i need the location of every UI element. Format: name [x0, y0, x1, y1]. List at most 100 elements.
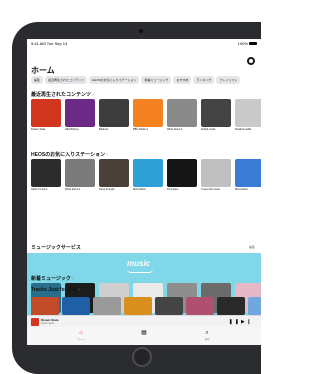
- album-artwork: [201, 159, 231, 187]
- track-artwork[interactable]: [248, 297, 261, 315]
- album-title: Principles: [167, 188, 179, 191]
- battery-icon: [249, 42, 257, 46]
- album-artwork: [167, 99, 197, 127]
- pause-icon[interactable]: ❚❚: [229, 319, 241, 325]
- album-tile[interactable]: Dream State: [31, 99, 61, 131]
- battery-percent: 100%: [237, 41, 248, 46]
- tab-home[interactable]: ⌂ ホーム: [71, 330, 91, 341]
- filter-pill[interactable]: おすすめ: [173, 76, 192, 84]
- recent-row: Dream State HEOSSong Balance BBC Radio 2 Wha…: [31, 99, 261, 131]
- recent-section-title[interactable]: 最近再生されたコンテンツ›: [31, 91, 94, 98]
- track-artwork[interactable]: [62, 297, 90, 315]
- rooms-icon: ▦: [141, 330, 147, 336]
- album-tile[interactable]: HEOSSong: [65, 99, 95, 131]
- chevron-right-icon: ›: [106, 152, 108, 158]
- tracks-title[interactable]: Tracks Just for You›: [31, 287, 80, 293]
- album-tile[interactable]: Deep thought: [99, 159, 129, 191]
- album-title: What about it: [167, 128, 183, 131]
- stations-title-text: HEOSのお気に入りステーション: [31, 152, 106, 158]
- settings-icon[interactable]: [247, 57, 255, 65]
- album-artwork: [133, 159, 163, 187]
- album-tile[interactable]: It was that smart: [201, 159, 231, 191]
- album-title: BBC Radio 2: [133, 128, 148, 131]
- album-title: Balance: [99, 128, 109, 131]
- album-tile[interactable]: What about it: [65, 159, 95, 191]
- home-button[interactable]: [132, 347, 152, 367]
- now-playing-artwork: [31, 318, 39, 326]
- album-artwork: [99, 99, 129, 127]
- chevron-right-icon: ›: [92, 92, 94, 98]
- tab-search-label: 検索: [204, 338, 210, 341]
- album-tile[interactable]: Roadrunnable: [235, 99, 261, 131]
- album-tile[interactable]: Minimalism: [235, 159, 261, 191]
- chevron-right-icon: ›: [71, 276, 74, 282]
- filter-pills: 編集 最近再生されたコンテンツ HEOSのお気に入りステーション 新着ミュージッ…: [31, 76, 241, 84]
- tracks-row: [31, 297, 261, 315]
- track-artwork[interactable]: [31, 297, 59, 315]
- album-title: Minimalism: [235, 188, 248, 191]
- filter-pill[interactable]: 編集: [31, 76, 44, 84]
- track-artwork[interactable]: [217, 297, 245, 315]
- album-artwork: [235, 159, 261, 187]
- track-artwork[interactable]: [124, 297, 152, 315]
- filter-pill[interactable]: 最近再生されたコンテンツ: [45, 76, 88, 84]
- stations-row: Hello It's done What about it Deep thought…: [31, 159, 261, 191]
- new-music-title[interactable]: 新着ミュージック›: [31, 275, 74, 282]
- album-artwork: [167, 159, 197, 187]
- stations-section-title[interactable]: HEOSのお気に入りステーション›: [31, 151, 108, 158]
- now-playing-subtitle: Paris Lights: [41, 322, 55, 325]
- tab-rooms[interactable]: ▦: [134, 330, 154, 337]
- album-artwork: [31, 159, 61, 187]
- tracks-title-text: Tracks Just for You: [31, 287, 77, 293]
- amazon-music-logo: music: [127, 259, 151, 268]
- album-tile[interactable]: Hollyd mode: [201, 99, 231, 131]
- album-artwork: [201, 99, 231, 127]
- album-tile[interactable]: Principles: [167, 159, 197, 191]
- tab-home-label: ホーム: [77, 338, 85, 341]
- album-tile[interactable]: Balance: [99, 99, 129, 131]
- album-title: Dream State: [31, 128, 46, 131]
- album-title: Hello It's done: [31, 188, 48, 191]
- album-title: What about it: [65, 188, 81, 191]
- album-tile[interactable]: Minimalism: [133, 159, 163, 191]
- album-title: Minimalism: [133, 188, 146, 191]
- album-title: HEOSSong: [65, 128, 79, 131]
- album-artwork: [99, 159, 129, 187]
- status-time: 9:41 AM Tue Sep 14: [31, 41, 68, 46]
- album-artwork: [65, 99, 95, 127]
- player-controls: ❚❚▶❙: [229, 319, 253, 325]
- services-edit-button[interactable]: 編集: [249, 245, 255, 249]
- tab-search[interactable]: ⌕ 検索: [197, 330, 217, 341]
- skip-forward-icon[interactable]: ▶❙: [241, 319, 253, 325]
- tab-bar: ⌂ ホーム ▦ ⌕ 検索: [27, 327, 261, 345]
- home-icon: ⌂: [79, 330, 83, 336]
- album-artwork: [133, 99, 163, 127]
- front-camera: [139, 29, 143, 33]
- status-bar: 9:41 AM Tue Sep 14 100%: [27, 39, 261, 47]
- album-title: It was that smart: [201, 188, 221, 191]
- filter-pill[interactable]: 新着ミュージック: [141, 76, 172, 84]
- album-artwork: [235, 99, 261, 127]
- search-icon: ⌕: [205, 330, 209, 336]
- new-music-title-text: 新着ミュージック: [31, 276, 71, 282]
- filter-pill[interactable]: ランキング: [193, 76, 215, 84]
- album-title: Roadrunnable: [235, 128, 252, 131]
- filter-pill[interactable]: プレイリスト: [216, 76, 241, 84]
- chevron-right-icon: ›: [77, 287, 80, 293]
- track-artwork[interactable]: [93, 297, 121, 315]
- app-screen: 9:41 AM Tue Sep 14 100% ホーム 編集 最近再生されたコン…: [27, 39, 261, 345]
- amazon-smile-icon: [127, 269, 153, 273]
- album-artwork: [65, 159, 95, 187]
- track-artwork[interactable]: [155, 297, 183, 315]
- track-artwork[interactable]: [186, 297, 214, 315]
- page-title: ホーム: [31, 66, 55, 75]
- filter-pill[interactable]: HEOSのお気に入りステーション: [89, 76, 140, 84]
- album-title: Deep thought: [99, 188, 115, 191]
- album-tile[interactable]: What about it: [167, 99, 197, 131]
- recent-title-text: 最近再生されたコンテンツ: [31, 92, 92, 98]
- album-artwork: [31, 99, 61, 127]
- status-battery: 100%: [238, 41, 257, 46]
- album-tile[interactable]: Hello It's done: [31, 159, 61, 191]
- services-title: ミュージックサービス: [31, 245, 81, 251]
- album-tile[interactable]: BBC Radio 2: [133, 99, 163, 131]
